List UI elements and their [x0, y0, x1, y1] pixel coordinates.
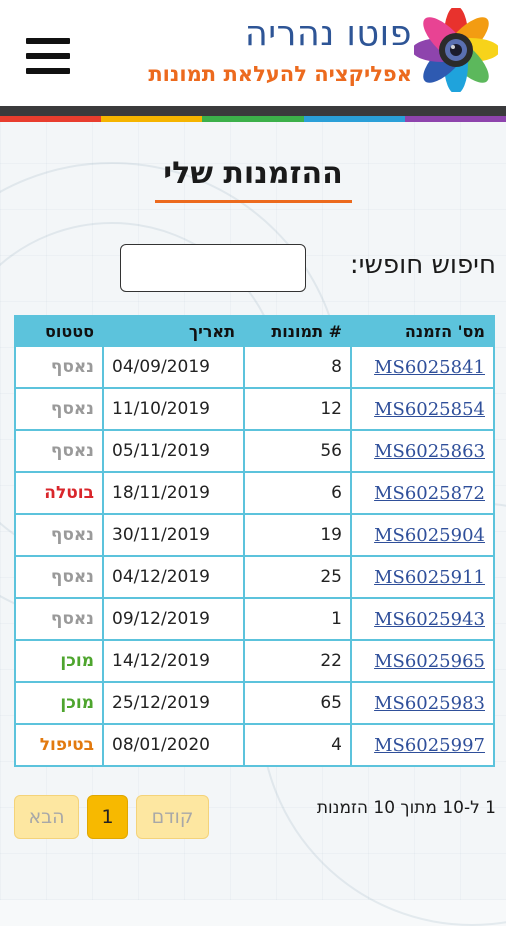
table-row: MS6025911 25 04/12/2019 נאסף [14, 555, 495, 599]
photo-count-cell: 12 [243, 387, 352, 431]
table-row: MS6025863 56 05/11/2019 נאסף [14, 429, 495, 473]
column-header-order[interactable]: מס' הזמנה [350, 315, 495, 347]
order-date-cell: 14/12/2019 [102, 639, 245, 683]
search-label: חיפוש חופשי: [349, 250, 496, 280]
order-date-cell: 05/11/2019 [102, 429, 245, 473]
orders-table-body: MS6025841 8 04/09/2019 נאסף MS6025854 12 11/10… [14, 345, 495, 767]
photo-count-cell: 8 [243, 345, 352, 389]
stripe-segment [101, 116, 203, 122]
photo-count-cell: 56 [243, 429, 352, 473]
order-date-cell: 04/12/2019 [102, 555, 245, 599]
table-row: MS6025872 6 18/11/2019 בוטלה [14, 471, 495, 515]
brand-name: פוטו נהריה [244, 14, 412, 54]
page-1-button[interactable]: 1 [87, 795, 128, 839]
order-number-link[interactable]: MS6025872 [374, 483, 485, 504]
search-input[interactable] [120, 244, 306, 292]
order-number-cell: MS6025854 [350, 387, 495, 431]
header-dark-stripe [0, 106, 506, 116]
order-status-cell: מוכן [14, 681, 104, 725]
order-status-cell: נאסף [14, 555, 104, 599]
order-number-link[interactable]: MS6025904 [374, 525, 485, 546]
order-number-cell: MS6025965 [350, 639, 495, 683]
photo-count-cell: 22 [243, 639, 352, 683]
order-status-cell: נאסף [14, 429, 104, 473]
order-number-link[interactable]: MS6025911 [374, 567, 485, 588]
photo-count-cell: 19 [243, 513, 352, 557]
column-header-photos[interactable]: # תמונות [243, 315, 352, 347]
stripe-segment [404, 116, 506, 122]
order-number-link[interactable]: MS6025943 [374, 609, 485, 630]
pagination-info: 1 ל-10 מתוך 10 הזמנות [316, 798, 496, 818]
stripe-segment [202, 116, 304, 122]
previous-page-button[interactable]: קודם [136, 795, 209, 839]
table-row: MS6025943 1 09/12/2019 נאסף [14, 597, 495, 641]
photo-count-cell: 6 [243, 471, 352, 515]
photo-count-cell: 4 [243, 723, 352, 767]
page-title: ההזמנות שלי [163, 156, 343, 191]
order-status-cell: בטיפול [14, 723, 104, 767]
order-number-cell: MS6025983 [350, 681, 495, 725]
table-header-row: מס' הזמנה # תמונות תאריך סטטוס [14, 315, 495, 347]
order-date-cell: 04/09/2019 [102, 345, 245, 389]
order-status-cell: נאסף [14, 387, 104, 431]
order-number-cell: MS6025841 [350, 345, 495, 389]
order-date-cell: 09/12/2019 [102, 597, 245, 641]
logo-camera-flower-icon [414, 8, 498, 92]
order-status-cell: נאסף [14, 597, 104, 641]
order-number-link[interactable]: MS6025983 [374, 693, 485, 714]
order-status-cell: נאסף [14, 345, 104, 389]
table-row: MS6025997 4 08/01/2020 בטיפול [14, 723, 495, 767]
photo-count-cell: 65 [243, 681, 352, 725]
order-date-cell: 11/10/2019 [102, 387, 245, 431]
orders-table: מס' הזמנה # תמונות תאריך סטטוס MS6025841… [14, 315, 495, 767]
order-status-cell: נאסף [14, 513, 104, 557]
column-header-status[interactable]: סטטוס [14, 315, 104, 347]
order-number-cell: MS6025997 [350, 723, 495, 767]
table-row: MS6025904 19 30/11/2019 נאסף [14, 513, 495, 557]
order-number-link[interactable]: MS6025841 [374, 357, 485, 378]
order-date-cell: 25/12/2019 [102, 681, 245, 725]
order-number-link[interactable]: MS6025854 [374, 399, 485, 420]
table-row: MS6025983 65 25/12/2019 מוכן [14, 681, 495, 725]
header-color-stripe [0, 116, 506, 122]
order-number-cell: MS6025904 [350, 513, 495, 557]
order-number-cell: MS6025872 [350, 471, 495, 515]
table-row: MS6025841 8 04/09/2019 נאסף [14, 345, 495, 389]
stripe-segment [0, 116, 102, 122]
photo-count-cell: 25 [243, 555, 352, 599]
next-page-button[interactable]: הבא [14, 795, 79, 839]
order-date-cell: 18/11/2019 [102, 471, 245, 515]
order-status-cell: בוטלה [14, 471, 104, 515]
order-number-cell: MS6025943 [350, 597, 495, 641]
app-header: פוטו נהריה אפליקציה להעלאת תמונות [0, 0, 506, 106]
order-number-link[interactable]: MS6025863 [374, 441, 485, 462]
title-underline [155, 200, 352, 203]
main-content: ההזמנות שלי חיפוש חופשי: מס' הזמנה # תמו… [0, 122, 506, 900]
stripe-segment [303, 116, 405, 122]
table-row: MS6025965 22 14/12/2019 מוכן [14, 639, 495, 683]
order-number-link[interactable]: MS6025997 [374, 735, 485, 756]
order-number-link[interactable]: MS6025965 [374, 651, 485, 672]
brand-tagline: אפליקציה להעלאת תמונות [148, 62, 412, 86]
hamburger-menu-icon[interactable] [26, 38, 70, 74]
order-date-cell: 30/11/2019 [102, 513, 245, 557]
order-status-cell: מוכן [14, 639, 104, 683]
order-number-cell: MS6025863 [350, 429, 495, 473]
table-row: MS6025854 12 11/10/2019 נאסף [14, 387, 495, 431]
photo-count-cell: 1 [243, 597, 352, 641]
order-date-cell: 08/01/2020 [102, 723, 245, 767]
column-header-date[interactable]: תאריך [102, 315, 245, 347]
order-number-cell: MS6025911 [350, 555, 495, 599]
